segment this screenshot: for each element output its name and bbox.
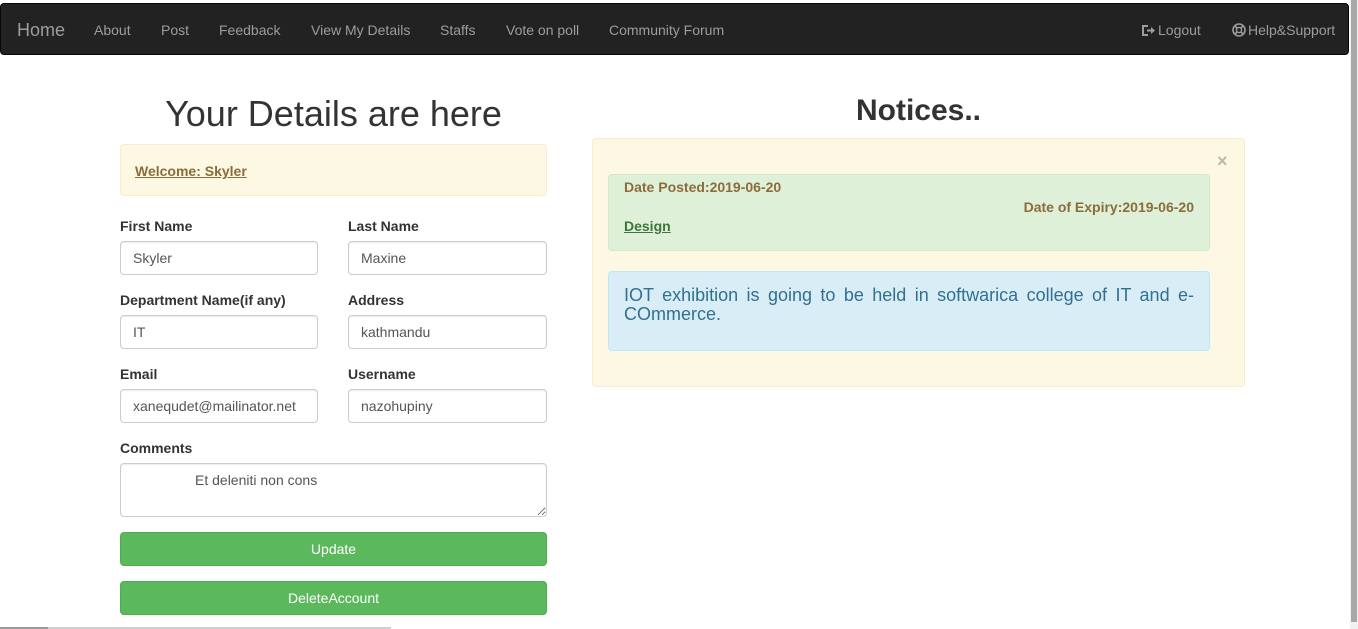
logout-link[interactable]: Logout	[1141, 21, 1201, 39]
top-navbar: Home About Post Feedback View My Details…	[0, 3, 1349, 55]
address-input[interactable]	[348, 315, 547, 349]
department-label: Department Name(if any)	[120, 292, 286, 308]
nav-item-post[interactable]: Post	[161, 21, 189, 39]
update-button[interactable]: Update	[120, 532, 547, 566]
welcome-alert: Welcome: Skyler	[120, 144, 547, 196]
department-input[interactable]	[120, 315, 318, 349]
username-input[interactable]	[348, 389, 547, 423]
lifebuoy-icon	[1232, 23, 1246, 37]
username-label: Username	[348, 366, 416, 382]
page-title: Your Details are here	[165, 93, 502, 134]
notice-body: IOT exhibition is going to be held in so…	[608, 271, 1210, 351]
logout-label: Logout	[1158, 22, 1201, 38]
email-label: Email	[120, 366, 158, 382]
first-name-input[interactable]	[120, 241, 318, 275]
email-input[interactable]	[120, 389, 318, 423]
nav-item-view-my-details[interactable]: View My Details	[311, 21, 410, 39]
address-label: Address	[348, 292, 405, 308]
page-scrollbar[interactable]	[1350, 0, 1358, 629]
nav-item-feedback[interactable]: Feedback	[219, 21, 280, 39]
notice-meta-box: Date Posted:2019-06-20 Date of Expiry:20…	[608, 174, 1210, 251]
last-name-label: Last Name	[348, 218, 419, 234]
welcome-link[interactable]: Welcome: Skyler	[135, 163, 247, 179]
nav-home-link[interactable]: Home	[17, 20, 65, 40]
date-posted: Date Posted:2019-06-20	[624, 179, 782, 195]
scrollbar-thumb[interactable]	[1351, 0, 1357, 622]
notice-subject-link[interactable]: Design	[624, 218, 671, 234]
date-expiry: Date of Expiry:2019-06-20	[1023, 199, 1194, 215]
nav-item-community-forum[interactable]: Community Forum	[609, 21, 724, 39]
notice-panel: × Date Posted:2019-06-20 Date of Expiry:…	[592, 138, 1245, 387]
logout-icon	[1142, 24, 1155, 36]
help-support-link[interactable]: Help&Support	[1232, 21, 1335, 39]
notices-title: Notices..	[855, 94, 982, 127]
comments-label: Comments	[120, 440, 193, 456]
last-name-input[interactable]	[348, 241, 547, 275]
delete-account-button[interactable]: DeleteAccount	[120, 581, 547, 615]
nav-item-about[interactable]: About	[94, 21, 131, 39]
first-name-label: First Name	[120, 218, 193, 234]
nav-item-staffs[interactable]: Staffs	[440, 21, 476, 39]
help-support-label: Help&Support	[1248, 22, 1336, 38]
close-icon[interactable]: ×	[1217, 151, 1228, 171]
comments-textarea[interactable]: Et deleniti non cons	[120, 463, 547, 517]
nav-item-vote-on-poll[interactable]: Vote on poll	[506, 21, 579, 39]
